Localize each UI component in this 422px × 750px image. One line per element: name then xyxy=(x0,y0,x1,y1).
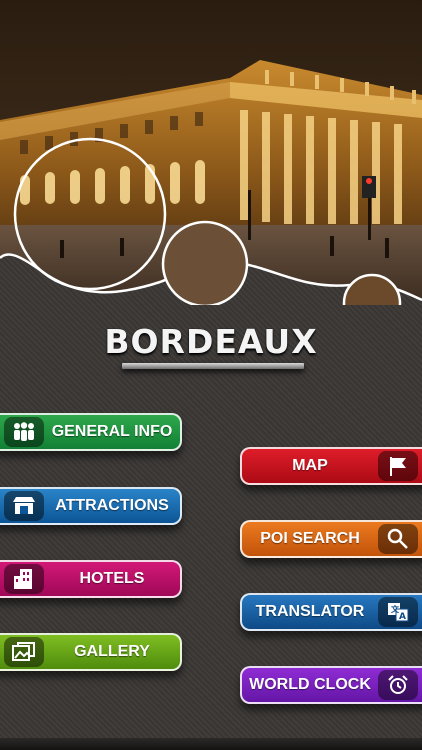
people-icon xyxy=(4,417,44,447)
map-label: MAP xyxy=(292,457,328,474)
hotels-button[interactable]: HOTELS xyxy=(0,560,182,598)
title-container: BORDEAUX xyxy=(0,322,422,361)
translate-icon: 文 A xyxy=(378,597,418,627)
translator-button[interactable]: TRANSLATOR 文 A xyxy=(240,593,422,631)
poi-search-label: POI SEARCH xyxy=(260,530,360,547)
alarm-clock-icon xyxy=(378,670,418,700)
attractions-button[interactable]: ATTRACTIONS xyxy=(0,487,182,525)
world-clock-button[interactable]: WORLD CLOCK xyxy=(240,666,422,704)
page-title: BORDEAUX xyxy=(104,322,318,361)
attractions-label: ATTRACTIONS xyxy=(55,497,169,514)
map-button[interactable]: MAP xyxy=(240,447,422,485)
general-info-button[interactable]: GENERAL INFO xyxy=(0,413,182,451)
building-icon xyxy=(4,564,44,594)
general-info-label: GENERAL INFO xyxy=(51,423,173,440)
translator-label: TRANSLATOR xyxy=(255,603,365,620)
hero-image xyxy=(0,0,422,305)
title-underline xyxy=(122,363,304,369)
world-clock-label: WORLD CLOCK xyxy=(249,676,371,693)
gallery-label: GALLERY xyxy=(74,643,150,660)
poi-search-button[interactable]: POI SEARCH xyxy=(240,520,422,558)
hotels-label: HOTELS xyxy=(79,570,145,587)
flag-icon xyxy=(378,451,418,481)
shop-awning-icon xyxy=(4,491,44,521)
bottom-bar xyxy=(0,738,422,750)
magnifier-icon xyxy=(378,524,418,554)
photos-icon xyxy=(4,637,44,667)
gallery-button[interactable]: GALLERY xyxy=(0,633,182,671)
hero-photo-illustration xyxy=(0,0,422,305)
svg-text:A: A xyxy=(399,612,406,622)
